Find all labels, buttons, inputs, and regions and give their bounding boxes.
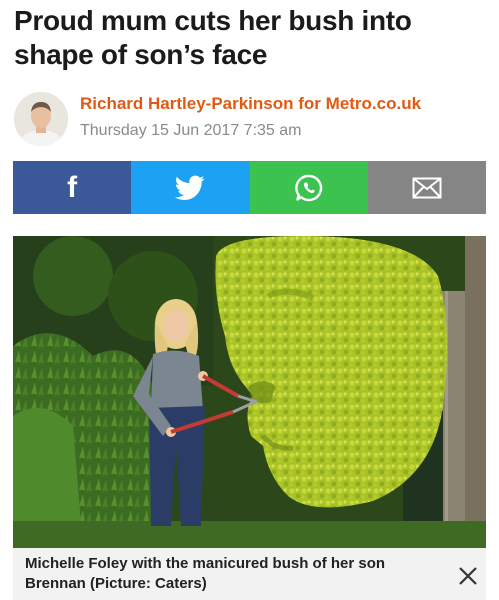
share-email-button[interactable]: [367, 161, 486, 214]
twitter-icon: [175, 175, 205, 200]
facebook-icon: f: [67, 170, 78, 204]
publish-date: Thursday 15 Jun 2017 7:35 am: [80, 122, 302, 139]
for-word: for: [298, 94, 321, 113]
share-whatsapp-button[interactable]: [249, 161, 368, 214]
close-caption-button[interactable]: [456, 564, 480, 588]
whatsapp-icon: [294, 174, 322, 201]
share-twitter-button[interactable]: [131, 161, 250, 214]
headline: Proud mum cuts her bush into shape of so…: [14, 5, 412, 70]
publication-link[interactable]: Metro.co.uk: [326, 94, 421, 113]
photo-caption: Michelle Foley with the manicured bush o…: [13, 548, 486, 600]
author-avatar[interactable]: [14, 92, 68, 146]
email-icon: [412, 177, 442, 198]
share-bar: f: [13, 161, 486, 214]
caption-text: Michelle Foley with the manicured bush o…: [25, 555, 386, 592]
byline: Richard Hartley-Parkinson for Metro.co.u…: [14, 90, 484, 150]
close-icon: [459, 567, 477, 585]
author-line: Richard Hartley-Parkinson for Metro.co.u…: [80, 94, 421, 114]
article-photo[interactable]: [13, 236, 486, 548]
share-facebook-button[interactable]: f: [13, 161, 132, 214]
author-name-link[interactable]: Richard Hartley-Parkinson: [80, 94, 294, 113]
